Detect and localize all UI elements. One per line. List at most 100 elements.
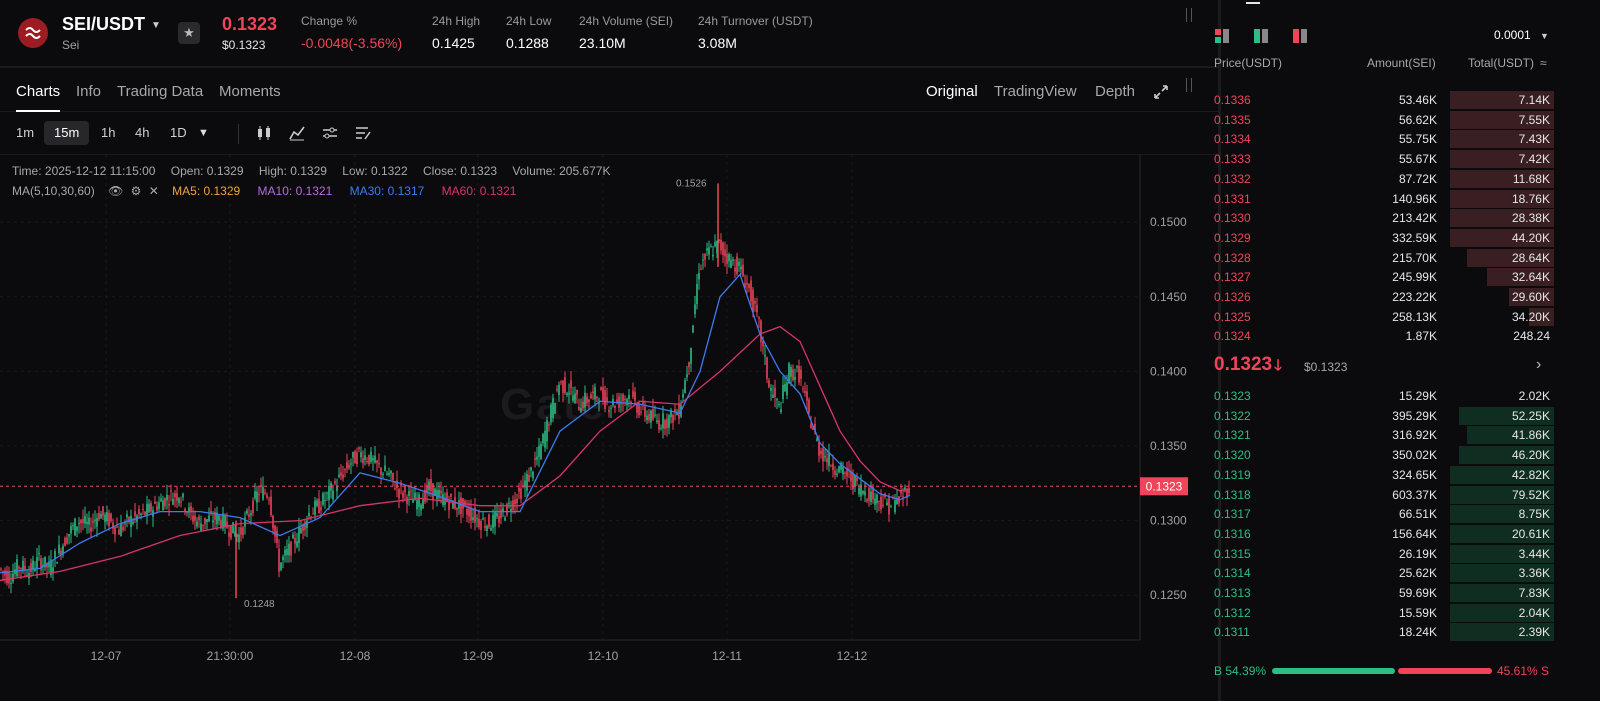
bid-row[interactable]: 0.1317 66.51K 8.75K <box>1214 504 1554 524</box>
asks-only-icon[interactable] <box>1292 28 1308 44</box>
drawing-tools-icon[interactable] <box>354 124 374 144</box>
total-cell: 2.39K <box>1518 625 1550 640</box>
panel-scrollbar[interactable] <box>1186 8 1192 22</box>
bid-row[interactable]: 0.1319 324.65K 42.82K <box>1214 465 1554 485</box>
indicators-icon[interactable] <box>288 124 308 144</box>
tab-charts[interactable]: Charts <box>16 83 60 100</box>
bid-row[interactable]: 0.1323 15.29K 2.02K <box>1214 386 1554 406</box>
ask-row[interactable]: 0.1330 213.42K 28.38K <box>1214 208 1554 228</box>
ask-row[interactable]: 0.1334 55.75K 7.43K <box>1214 129 1554 149</box>
ask-row[interactable]: 0.1324 1.87K 248.24 <box>1214 326 1554 346</box>
tab-trading-data[interactable]: Trading Data <box>117 83 203 100</box>
candle-body <box>492 514 494 529</box>
candle-body <box>248 514 250 517</box>
tab-depth[interactable]: Depth <box>1095 83 1135 100</box>
candle-body <box>180 501 182 503</box>
candle-body <box>408 491 410 496</box>
candle-body <box>404 486 406 493</box>
candle-body <box>250 513 252 516</box>
bid-row[interactable]: 0.1320 350.02K 46.20K <box>1214 445 1554 465</box>
tab-original[interactable]: Original <box>926 83 978 100</box>
ask-row[interactable]: 0.1328 215.70K 28.64K <box>1214 248 1554 268</box>
ask-row[interactable]: 0.1327 245.99K 32.64K <box>1214 267 1554 287</box>
tab-tradingview[interactable]: TradingView <box>994 83 1077 100</box>
total-cell: 34.20K <box>1511 309 1550 324</box>
candle-body <box>558 384 560 396</box>
candle-body <box>742 264 744 277</box>
chevron-right-icon[interactable]: › <box>1536 356 1541 374</box>
bid-row[interactable]: 0.1313 59.69K 7.83K <box>1214 583 1554 603</box>
timeframe-4h[interactable]: 4h <box>125 121 159 145</box>
ask-row[interactable]: 0.1332 87.72K 11.68K <box>1214 169 1554 189</box>
bid-row[interactable]: 0.1315 26.19K 3.44K <box>1214 544 1554 564</box>
total-cell: 79.52K <box>1511 487 1550 502</box>
both-sides-icon[interactable] <box>1214 28 1230 44</box>
candle-body <box>650 410 652 423</box>
candle-body <box>88 517 90 525</box>
ask-row[interactable]: 0.1336 53.46K 7.14K <box>1214 90 1554 110</box>
candle-body <box>686 374 688 378</box>
candle-body <box>756 305 758 313</box>
candle-body <box>714 242 716 247</box>
timeframe-1m[interactable]: 1m <box>6 121 44 145</box>
pair-selector[interactable]: SEI/USDT ▼ <box>62 14 161 35</box>
ask-row[interactable]: 0.1331 140.96K 18.76K <box>1214 189 1554 209</box>
bid-row[interactable]: 0.1316 156.64K 20.61K <box>1214 524 1554 544</box>
precision-select[interactable]: 0.0001 ▼ <box>1494 28 1549 42</box>
settings-sliders-icon[interactable] <box>321 124 341 144</box>
amount-cell: 223.22K <box>1392 290 1437 304</box>
candle-body <box>728 254 730 262</box>
total-toggle-icon[interactable]: ≈ <box>1540 56 1547 70</box>
candle-body <box>232 522 234 534</box>
candle-body <box>722 242 724 255</box>
ask-row[interactable]: 0.1329 332.59K 44.20K <box>1214 228 1554 248</box>
candle-body <box>594 387 596 399</box>
candle-body <box>656 420 658 422</box>
candle-body <box>622 394 624 402</box>
bid-row[interactable]: 0.1311 18.24K 2.39K <box>1214 622 1554 642</box>
timeframe-15m[interactable]: 15m <box>44 121 90 145</box>
candle-body <box>712 254 714 257</box>
total-cell: 29.60K <box>1511 290 1550 304</box>
price-chart[interactable]: 0.1500 0.1450 0.1400 0.1350 0.1300 0.1250 12-0… <box>0 155 1190 675</box>
ask-row[interactable]: 0.1326 223.22K 29.60K <box>1214 287 1554 307</box>
candle-body <box>668 415 670 428</box>
candle-body <box>108 513 110 527</box>
timeframe-1h[interactable]: 1h <box>91 121 125 145</box>
candle-body <box>864 491 866 496</box>
stat-value: 0.1288 <box>506 35 549 51</box>
candle-type-icon[interactable] <box>255 124 275 144</box>
bid-row[interactable]: 0.1318 603.37K 79.52K <box>1214 485 1554 505</box>
candle-body <box>582 401 584 409</box>
candle-body <box>752 289 754 313</box>
candle-body <box>370 451 372 463</box>
timeframe-1d[interactable]: 1D <box>160 121 197 145</box>
ask-row[interactable]: 0.1335 56.62K 7.55K <box>1214 110 1554 130</box>
tab-info[interactable]: Info <box>76 83 101 100</box>
stat-24h-high: 24h High 0.1425 <box>432 14 480 51</box>
buy-ratio-bar <box>1272 668 1395 674</box>
candle-body <box>98 512 100 520</box>
bid-row[interactable]: 0.1321 316.92K 41.86K <box>1214 425 1554 445</box>
expand-icon[interactable] <box>1153 84 1169 100</box>
timeframe-dropdown-icon[interactable]: ▼ <box>198 127 209 139</box>
candle-body <box>354 451 356 464</box>
ask-row[interactable]: 0.1333 55.67K 7.42K <box>1214 149 1554 169</box>
tab-moments[interactable]: Moments <box>219 83 281 100</box>
total-cell: 20.61K <box>1511 526 1550 541</box>
candle-body <box>862 491 864 494</box>
bid-row[interactable]: 0.1322 395.29K 52.25K <box>1214 406 1554 426</box>
candle-body <box>230 525 232 539</box>
bid-row[interactable]: 0.1312 15.59K 2.04K <box>1214 603 1554 623</box>
ask-row[interactable]: 0.1325 258.13K 34.20K <box>1214 307 1554 327</box>
favorite-star-icon[interactable]: ★ <box>178 22 200 44</box>
candle-body <box>156 506 158 511</box>
panel-scrollbar-2[interactable] <box>1186 78 1192 92</box>
bid-row[interactable]: 0.1314 25.62K 3.36K <box>1214 563 1554 583</box>
candle-body <box>868 488 870 501</box>
candle-body <box>748 283 750 289</box>
amount-cell: 15.29K <box>1398 389 1437 403</box>
amount-cell: 215.70K <box>1392 250 1437 265</box>
candle-body <box>834 470 836 475</box>
bids-only-icon[interactable] <box>1253 28 1269 44</box>
